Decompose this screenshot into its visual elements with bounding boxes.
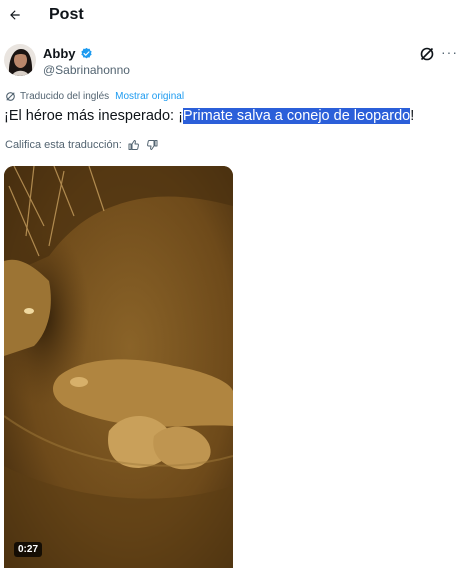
grok-button[interactable] (419, 46, 435, 62)
rate-translation: Califica esta traducción: (5, 139, 158, 151)
arrow-left-icon (10, 10, 20, 20)
tweet-text-after: ! (410, 108, 415, 124)
post-header: Post (0, 0, 463, 34)
tweet-text-highlight: Primate salva a conejo de leopardo (182, 108, 411, 124)
avatar[interactable] (4, 44, 36, 76)
tweet-text-before: ¡El héroe más inesperado: ¡ (4, 108, 183, 124)
thumbs-up-icon[interactable] (128, 139, 140, 151)
verified-badge-icon (80, 47, 92, 59)
video-thumbnail (4, 166, 233, 568)
video-duration-badge: 0:27 (14, 542, 43, 557)
author-handle[interactable]: @Sabrinahonno (43, 63, 130, 77)
show-original-link[interactable]: Mostrar original (115, 91, 184, 102)
back-button[interactable] (4, 4, 26, 26)
thumbs-down-icon[interactable] (146, 139, 158, 151)
translation-notice: Traducido del inglés Mostrar original (5, 91, 184, 102)
rate-label: Califica esta traducción: (5, 139, 122, 151)
translated-label: Traducido del inglés (20, 91, 110, 102)
grok-icon (420, 47, 434, 61)
author-name[interactable]: Abby (43, 46, 93, 61)
page-title: Post (49, 6, 84, 23)
tweet-text: ¡El héroe más inesperado: ¡Primate salva… (4, 108, 414, 124)
author-name-text: Abby (43, 46, 76, 61)
video-player[interactable] (4, 166, 233, 568)
translate-icon (6, 92, 15, 101)
more-options-button[interactable]: ··· (441, 44, 458, 60)
